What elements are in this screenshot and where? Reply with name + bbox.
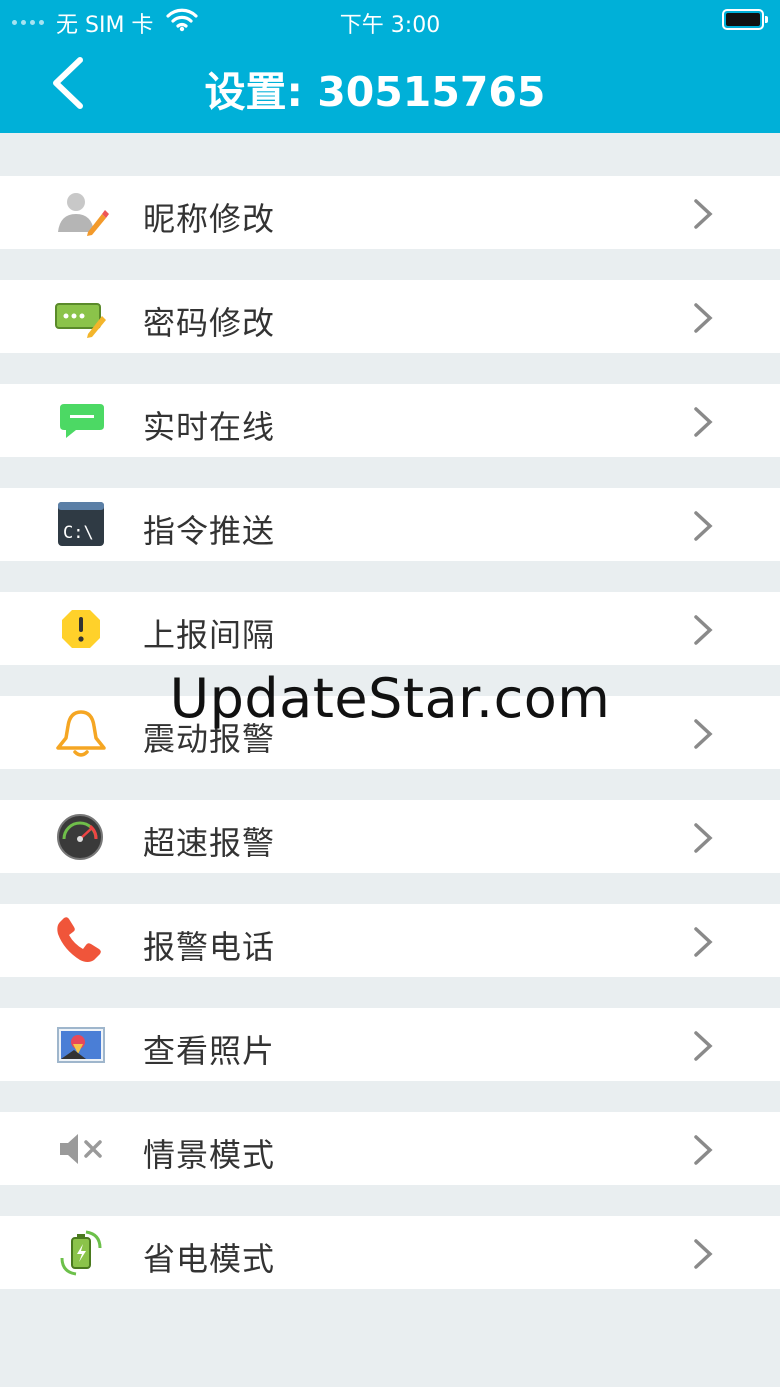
settings-item-label: 查看照片 (143, 1032, 276, 1070)
status-bar: 无 SIM 卡 下午 3:00 (0, 0, 780, 40)
settings-item-realtime-online[interactable]: 实时在线 (0, 384, 780, 457)
page-title: 设置: 30515765 (204, 68, 546, 116)
status-time: 下午 3:00 (339, 13, 441, 38)
power-save-icon (52, 1228, 110, 1278)
phone-icon (52, 916, 110, 966)
settings-item-label: 上报间隔 (143, 616, 276, 654)
settings-item-label: 情景模式 (143, 1136, 276, 1174)
photo-icon (52, 1020, 110, 1070)
settings-item-label: 省电模式 (143, 1240, 276, 1278)
chevron-right-icon (694, 615, 713, 645)
settings-item-overspeed-alarm[interactable]: 超速报警 (0, 800, 780, 873)
settings-item-password[interactable]: 密码修改 (0, 280, 780, 353)
settings-item-power-save[interactable]: 省电模式 (0, 1216, 780, 1289)
settings-item-label: 实时在线 (143, 408, 276, 446)
top-bar: 无 SIM 卡 下午 3:00 设置: 30515765 (0, 0, 780, 133)
chevron-right-icon (694, 1239, 713, 1269)
battery-icon (722, 9, 768, 30)
user-edit-icon (52, 188, 110, 238)
chevron-right-icon (694, 199, 713, 229)
chevron-right-icon (694, 823, 713, 853)
mute-icon (52, 1124, 110, 1174)
warning-icon (52, 604, 110, 654)
chevron-right-icon (694, 407, 713, 437)
watermark-text: UpdateStar.com (169, 667, 611, 730)
settings-item-label: 指令推送 (143, 512, 276, 550)
settings-item-label: 报警电话 (143, 928, 276, 966)
chevron-right-icon (694, 1031, 713, 1061)
chat-bubble-icon (52, 396, 110, 446)
chevron-right-icon (694, 511, 713, 541)
speedometer-icon (52, 812, 110, 862)
password-icon (52, 292, 110, 342)
settings-item-label: 昵称修改 (143, 200, 276, 238)
svg-text:C:\: C:\ (63, 523, 94, 543)
chevron-right-icon (694, 927, 713, 957)
settings-item-view-photos[interactable]: 查看照片 (0, 1008, 780, 1081)
settings-item-command-push[interactable]: C:\ 指令推送 (0, 488, 780, 561)
settings-item-label: 密码修改 (143, 304, 276, 342)
settings-item-label: 超速报警 (143, 824, 276, 862)
terminal-icon: C:\ (52, 500, 110, 550)
chevron-right-icon (694, 303, 713, 333)
settings-item-report-interval[interactable]: 上报间隔 (0, 592, 780, 665)
settings-item-nickname[interactable]: 昵称修改 (0, 176, 780, 249)
chevron-right-icon (694, 1135, 713, 1165)
settings-item-scene-mode[interactable]: 情景模式 (0, 1112, 780, 1185)
settings-item-alarm-phone[interactable]: 报警电话 (0, 904, 780, 977)
